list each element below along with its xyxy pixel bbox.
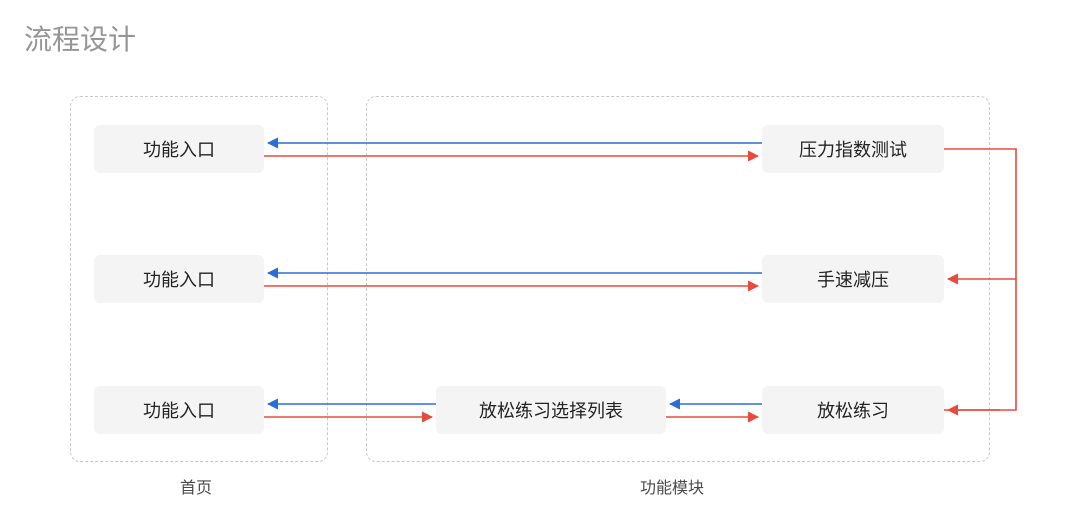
group-modules-label: 功能模块 <box>640 474 704 498</box>
page-title: 流程设计 <box>24 18 136 58</box>
group-homepage-label: 首页 <box>180 474 212 498</box>
node-relax-practice: 放松练习 <box>762 386 944 434</box>
node-stress-test: 压力指数测试 <box>762 125 944 173</box>
node-speed-relief: 手速减压 <box>762 255 944 303</box>
node-entry1: 功能入口 <box>94 125 264 173</box>
node-relax-list: 放松练习选择列表 <box>436 386 666 434</box>
node-entry2: 功能入口 <box>94 255 264 303</box>
node-entry3: 功能入口 <box>94 386 264 434</box>
